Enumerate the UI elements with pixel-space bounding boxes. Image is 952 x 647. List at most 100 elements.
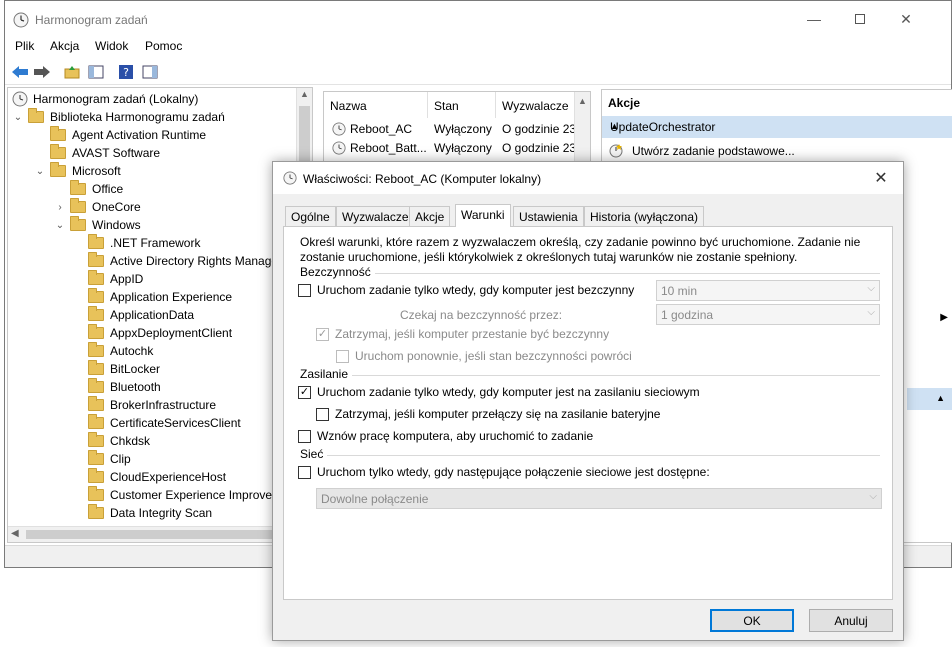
folder-icon [88, 288, 104, 303]
tree-item[interactable]: AppxDeploymentClient [72, 324, 232, 342]
up-folder-button[interactable] [61, 62, 83, 82]
tab-triggers[interactable]: Wyzwalacze [336, 206, 415, 226]
tree-item-label: Data Integrity Scan [110, 506, 213, 520]
tab-conditions[interactable]: Warunki [455, 204, 511, 227]
show-hide-action-pane-button[interactable] [139, 62, 161, 82]
menu-view[interactable]: Widok [95, 39, 128, 53]
tree-item[interactable]: Chkdsk [72, 432, 150, 450]
network-only-checkbox[interactable]: Uruchom tylko wtedy, gdy następujące poł… [298, 465, 710, 479]
ok-button[interactable]: OK [710, 609, 794, 632]
ac-only-checkbox[interactable]: ✓ Uruchom zadanie tylko wtedy, gdy kompu… [298, 385, 700, 399]
forward-button[interactable] [31, 62, 53, 82]
action-create-basic-task[interactable]: Utwórz zadanie podstawowe... [608, 142, 795, 160]
checkbox-checked-icon: ✓ [298, 385, 311, 399]
folder-icon [88, 396, 104, 411]
menu-action[interactable]: Akcja [50, 39, 79, 53]
idle-duration-value: 10 min [661, 284, 698, 298]
console-tree[interactable]: Harmonogram zadań (Lokalny) ⌄ Biblioteka… [7, 87, 313, 543]
maximize-button[interactable] [837, 5, 883, 33]
submenu-arrow-icon[interactable]: ▶ [940, 312, 948, 323]
checkbox-unchecked-icon [336, 349, 349, 363]
column-header-triggers[interactable]: Wyzwalacze [496, 92, 576, 118]
start-only-idle-checkbox[interactable]: Uruchom zadanie tylko wtedy, gdy kompute… [298, 283, 634, 297]
wait-idle-select[interactable]: 1 godzina ⌵ [656, 304, 880, 325]
tree-item[interactable]: ⌄ Microsoft [34, 162, 121, 180]
tree-item[interactable]: Office [54, 180, 123, 198]
show-hide-console-button[interactable] [85, 62, 107, 82]
tree-item-label: AVAST Software [72, 146, 161, 160]
collapse-icon[interactable]: ▲ [936, 393, 945, 403]
tree-item[interactable]: ApplicationData [72, 306, 194, 324]
tab-actions[interactable]: Akcje [409, 206, 451, 226]
tree-item[interactable]: Application Experience [72, 288, 232, 306]
tree-item[interactable]: CertificateServicesClient [72, 414, 241, 432]
tab-general[interactable]: Ogólne [285, 206, 336, 226]
scroll-up-icon[interactable]: ▲ [300, 89, 309, 99]
folder-icon [70, 180, 86, 195]
tree-item-label: BrokerInfrastructure [110, 398, 217, 412]
tree-item[interactable]: Customer Experience Improven [72, 486, 279, 504]
tree-item-label: Bluetooth [110, 380, 161, 394]
column-header-state[interactable]: Stan [428, 92, 496, 118]
tab-settings[interactable]: Ustawienia [513, 206, 584, 226]
minimize-button[interactable]: — [791, 5, 837, 33]
expanded-chevron-icon[interactable]: ⌄ [34, 166, 46, 177]
scroll-left-icon[interactable]: ◀ [11, 528, 19, 539]
idle-duration-select[interactable]: 10 min ⌵ [656, 280, 880, 301]
tree-horizontal-scrollbar[interactable]: ◀ [8, 526, 312, 542]
clock-icon [283, 171, 297, 185]
wake-computer-checkbox[interactable]: Wznów pracę komputera, aby uruchomić to … [298, 429, 593, 443]
folder-icon [88, 414, 104, 429]
tree-item[interactable]: BitLocker [72, 360, 160, 378]
tree-item[interactable]: Bluetooth [72, 378, 161, 396]
network-group-label: Sieć [300, 447, 328, 461]
actions-group-header-2[interactable]: ▲ [907, 388, 952, 410]
tree-item[interactable]: AVAST Software [34, 144, 160, 162]
task-list[interactable]: Nazwa Stan Wyzwalacze Reboot_AC Wyłączon… [323, 91, 591, 171]
task-row[interactable]: Reboot_AC Wyłączony O godzinie 23 [324, 120, 576, 138]
tree-item[interactable]: AppID [72, 270, 143, 288]
restart-if-idle-checkbox[interactable]: Uruchom ponownie, jeśli stan bezczynnośc… [336, 349, 632, 363]
checkbox-checked-icon: ✓ [316, 327, 329, 341]
tree-item[interactable]: Clip [72, 450, 131, 468]
close-button[interactable]: ✕ [883, 5, 929, 33]
tree-item[interactable]: › OneCore [54, 198, 141, 216]
forward-arrow-icon [34, 66, 50, 78]
tree-item-label: OneCore [92, 200, 141, 214]
actions-group-header[interactable]: UpdateOrchestrator ▲ [602, 116, 952, 138]
collapsed-chevron-icon[interactable]: › [54, 202, 66, 213]
tab-history[interactable]: Historia (wyłączona) [584, 206, 705, 226]
task-row[interactable]: Reboot_Batt... Wyłączony O godzinie 23 [324, 139, 576, 157]
tree-item[interactable]: CloudExperienceHost [72, 468, 226, 486]
tree-item-label: Windows [92, 218, 141, 232]
tree-item[interactable]: BrokerInfrastructure [72, 396, 216, 414]
tree-library[interactable]: ⌄ Biblioteka Harmonogramu zadań [12, 108, 225, 126]
collapse-icon[interactable]: ▲ [610, 121, 944, 131]
svg-text:?: ? [123, 66, 129, 79]
expanded-chevron-icon[interactable]: ⌄ [54, 220, 66, 231]
column-header-name[interactable]: Nazwa [324, 92, 428, 118]
tree-item[interactable]: Data Integrity Scan [72, 504, 212, 522]
help-button[interactable]: ? [115, 62, 137, 82]
dialog-close-button[interactable]: ✕ [869, 168, 893, 188]
tree-root[interactable]: Harmonogram zadań (Lokalny) [12, 90, 198, 108]
expanded-chevron-icon[interactable]: ⌄ [12, 112, 24, 123]
hscroll-thumb[interactable] [26, 530, 286, 539]
tree-item[interactable]: .NET Framework [72, 234, 200, 252]
list-vertical-scrollbar[interactable]: ▲ [574, 92, 590, 170]
stop-if-not-idle-checkbox[interactable]: ✓ Zatrzymaj, jeśli komputer przestanie b… [316, 327, 609, 341]
cancel-button[interactable]: Anuluj [809, 609, 893, 632]
tree-item[interactable]: Autochk [72, 342, 153, 360]
checkbox-unchecked-icon [298, 465, 311, 479]
network-connection-select[interactable]: Dowolne połączenie ⌵ [316, 488, 882, 509]
tree-item[interactable]: Agent Activation Runtime [34, 126, 206, 144]
stop-on-battery-checkbox[interactable]: Zatrzymaj, jeśli komputer przełączy się … [316, 407, 660, 421]
back-button[interactable] [9, 62, 31, 82]
menu-help[interactable]: Pomoc [145, 39, 182, 53]
tree-item-label: CloudExperienceHost [110, 470, 227, 484]
menu-file[interactable]: Plik [15, 39, 34, 53]
help-icon: ? [119, 65, 133, 79]
scroll-up-icon[interactable]: ▲ [578, 96, 587, 106]
tree-item[interactable]: ⌄ Windows [54, 216, 141, 234]
tree-item[interactable]: Active Directory Rights Manage [72, 252, 278, 270]
